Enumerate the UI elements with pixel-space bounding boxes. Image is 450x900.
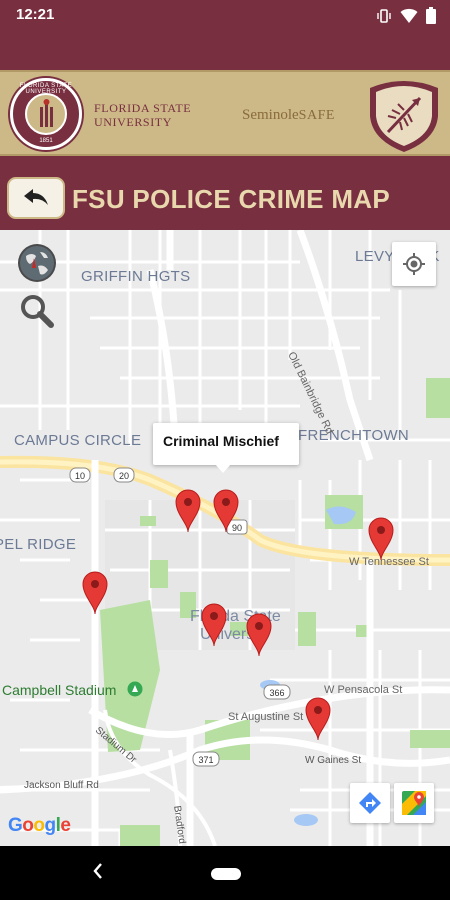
google-maps-icon — [402, 791, 426, 815]
crime-marker-2[interactable] — [212, 488, 240, 532]
route-shield-371: 371 — [198, 755, 213, 765]
my-location-icon — [403, 253, 425, 275]
google-attribution: Google — [8, 815, 71, 836]
wifi-icon — [400, 8, 418, 23]
back-button[interactable] — [7, 177, 65, 219]
crime-map[interactable]: 10 20 90 366 371 GRIFFIN HGTS LEVY PARK … — [0, 230, 450, 846]
vibrate-icon — [377, 8, 391, 23]
stadium-place-icon — [127, 681, 143, 697]
crime-marker-7[interactable] — [304, 696, 332, 740]
system-home-button[interactable] — [211, 868, 241, 880]
globe-button[interactable] — [18, 244, 56, 282]
my-location-button[interactable] — [392, 242, 436, 286]
university-name: FLORIDA STATE UNIVERSITY — [94, 101, 192, 129]
marker-info-window[interactable]: Criminal Mischief — [153, 423, 299, 465]
route-shield-20: 20 — [119, 471, 129, 481]
status-bar: 12:21 — [0, 0, 450, 30]
label-frenchtown: FRENCHTOWN — [298, 427, 410, 444]
globe-icon — [20, 246, 54, 280]
spear-shield-icon — [370, 81, 438, 152]
chevron-left-icon — [93, 863, 102, 879]
crime-marker-3[interactable] — [367, 516, 395, 560]
crime-marker-6[interactable] — [245, 612, 273, 656]
seal-year: 1851 — [39, 138, 53, 144]
university-banner: FLORIDA STATE UNIVERSITY 1851 FLORIDA ST… — [0, 70, 450, 156]
crime-marker-1[interactable] — [174, 488, 202, 532]
seminole-safe-brand: SeminoleSAFE — [242, 107, 335, 123]
crime-marker-5[interactable] — [200, 602, 228, 646]
label-stadium: Campbell Stadium — [2, 682, 117, 698]
label-campus-circle: CAMPUS CIRCLE — [14, 432, 142, 449]
info-window-pointer — [215, 464, 231, 473]
directions-icon — [359, 792, 381, 814]
system-back-button[interactable] — [92, 862, 104, 886]
label-pel-ridge: PEL RIDGE — [0, 536, 77, 553]
open-in-maps-button[interactable] — [394, 783, 434, 823]
magnifier-icon — [21, 295, 54, 328]
torch-icon — [40, 99, 53, 127]
page-title: FSU POLICE CRIME MAP — [72, 184, 391, 214]
battery-icon — [426, 7, 436, 24]
road-w-gaines: W Gaines St — [305, 755, 362, 766]
label-griffin-hgts: GRIFFIN HGTS — [81, 268, 191, 285]
system-nav-bar — [0, 846, 450, 900]
road-jackson-bluff: Jackson Bluff Rd — [24, 780, 99, 791]
route-shield-10: 10 — [75, 471, 85, 481]
status-time: 12:21 — [16, 6, 55, 23]
crime-marker-4[interactable] — [81, 570, 109, 614]
road-w-pensacola: W Pensacola St — [324, 684, 403, 696]
header-bar: FSU POLICE CRIME MAP — [0, 156, 450, 230]
directions-button[interactable] — [350, 783, 390, 823]
road-st-augustine: St Augustine St — [228, 711, 304, 723]
app-top-band — [0, 30, 450, 70]
route-shield-366: 366 — [269, 688, 284, 698]
search-zoom-button[interactable] — [18, 292, 56, 330]
fsu-seal-logo: FLORIDA STATE UNIVERSITY 1851 — [10, 78, 82, 150]
back-arrow-icon — [24, 189, 48, 205]
